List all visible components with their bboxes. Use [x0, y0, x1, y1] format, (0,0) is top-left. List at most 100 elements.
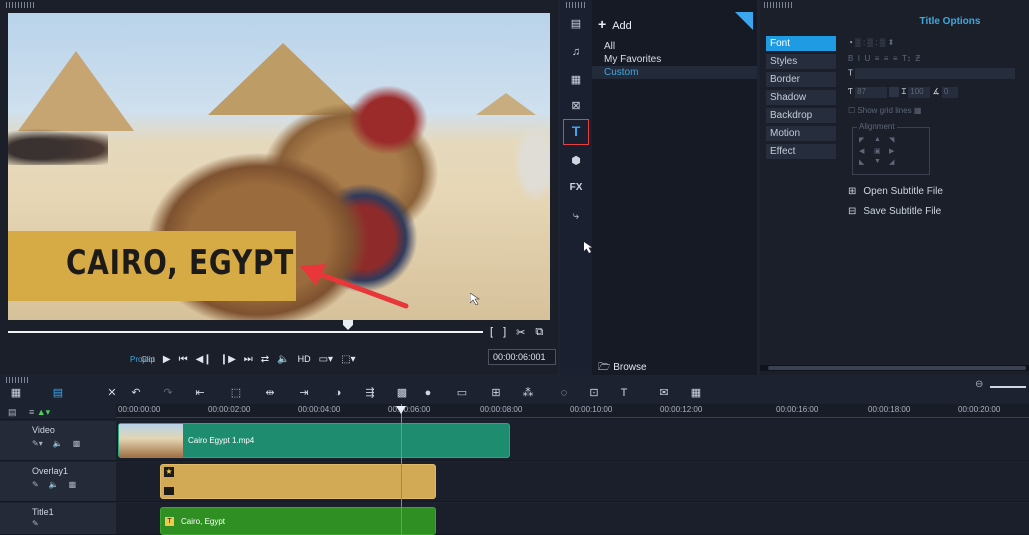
transition-icon[interactable]: ⊠ — [568, 98, 584, 114]
time-ruler[interactable]: 00:00:00:00 00:00:02:00 00:00:04:00 00:0… — [116, 404, 1029, 420]
preview-video-frame[interactable]: CAIRO, EGYPT — [8, 13, 550, 320]
volume-icon[interactable]: 🔈 — [277, 354, 289, 365]
snapshot-icon[interactable]: ⧉ — [535, 326, 543, 339]
alignment-buttons[interactable]: ◤ ▲ ◥ ◀ ▣ ▶ ◣ ▼ ◢ — [859, 136, 901, 166]
time-remap-icon[interactable]: ◌ — [556, 383, 572, 403]
tab-font[interactable]: Font — [766, 36, 836, 51]
auto-music-icon[interactable]: ✉ — [656, 383, 672, 403]
graphics-icon[interactable]: ⬢ — [568, 153, 584, 169]
trim-icon[interactable]: ⇤ — [192, 383, 208, 403]
subtitle-editor-icon[interactable]: ▭ — [454, 383, 470, 403]
mosaic-icon[interactable]: ▦ — [688, 383, 704, 403]
track-header-title1[interactable]: Title1 ✎ — [0, 503, 116, 535]
split-screen-icon[interactable]: ⊞ — [488, 383, 504, 403]
repeat-icon[interactable]: ⇄ — [261, 354, 269, 365]
line-spacing-field[interactable]: 100 — [908, 87, 931, 98]
go-to-end-icon[interactable]: ⏭ — [244, 354, 253, 365]
undo-icon[interactable]: ↶ — [128, 383, 144, 403]
track-title1[interactable]: T Cairo, Egypt — [116, 503, 1029, 535]
path-icon[interactable]: ⤷ — [568, 208, 584, 224]
play-icon[interactable]: ▶ — [163, 354, 171, 365]
tab-backdrop[interactable]: Backdrop — [766, 108, 836, 123]
track-controls[interactable]: ✎ — [32, 519, 39, 528]
tab-border[interactable]: Border — [766, 72, 836, 87]
mask-creator-icon[interactable]: ⁂ — [520, 383, 536, 403]
angle-field[interactable]: 0 — [941, 87, 958, 98]
mark-out-button[interactable]: ] — [503, 326, 506, 339]
options-scroll-thumb[interactable] — [768, 366, 1026, 370]
previous-frame-icon[interactable]: ◀❙ — [196, 354, 212, 365]
zoom-out-icon[interactable]: ⊖ — [975, 379, 983, 390]
zoom-slider[interactable] — [990, 386, 1026, 388]
overlay-clip[interactable]: ★ — [160, 464, 436, 499]
split-icon[interactable]: ⇹ — [262, 383, 278, 403]
playhead-line[interactable] — [401, 404, 402, 535]
split-clip-icon[interactable]: ✂ — [516, 326, 525, 339]
fullscreen-icon[interactable]: ⬚▾ — [341, 354, 355, 365]
extend-icon[interactable]: ⇥ — [296, 383, 312, 403]
pin-corner-icon[interactable] — [735, 12, 753, 30]
options-scrollbar[interactable] — [760, 365, 1029, 371]
add-button[interactable]: + Add — [598, 16, 632, 32]
timecode-field[interactable]: 00:00:06:001 — [488, 349, 556, 365]
storyboard-view-icon[interactable]: ▦ — [8, 383, 24, 403]
clip-mode-label[interactable]: Clip — [141, 355, 155, 364]
next-frame-icon[interactable]: ❙▶ — [220, 354, 236, 365]
panel-grip[interactable] — [566, 2, 586, 8]
project-clip-mode[interactable]: Project Clip — [130, 355, 155, 364]
library-item-my-favorites[interactable]: My Favorites — [592, 53, 757, 66]
track-controls[interactable]: ✎ 🔈 ▩ — [32, 480, 76, 489]
go-to-start-icon[interactable]: ⏮ — [179, 354, 188, 365]
motion-tracking-icon[interactable]: ● — [420, 383, 436, 403]
scrub-handle[interactable] — [343, 320, 353, 330]
color-correction-icon[interactable]: ◑ — [330, 383, 346, 403]
track-overlay1[interactable]: ★ — [116, 462, 1029, 502]
video-clip[interactable]: Cairo Egypt 1.mp4 — [118, 423, 510, 458]
font-family-row[interactable]: T — [848, 68, 1028, 79]
hd-preview-button[interactable]: HD — [298, 354, 311, 364]
track-manager-icon[interactable]: ▤ ≡ ▲▾ — [8, 407, 50, 418]
preview-scrubber[interactable] — [8, 320, 550, 338]
media-icon[interactable]: ▤ — [568, 16, 584, 32]
3d-title-icon[interactable]: T — [616, 383, 632, 403]
tab-effect[interactable]: Effect — [766, 144, 836, 159]
audio-icon[interactable]: ♫ — [568, 44, 584, 60]
customize-toolbar-icon[interactable]: ✕ — [104, 383, 120, 403]
timeline-view-icon[interactable]: ▤ — [50, 383, 66, 403]
instant-project-icon[interactable]: ▦ — [568, 72, 584, 88]
track-header-overlay1[interactable]: Overlay1 ✎ 🔈 ▩ — [0, 462, 116, 502]
tab-styles[interactable]: Styles — [766, 54, 836, 69]
mark-in-button[interactable]: [ — [490, 326, 493, 339]
title-overlay-banner[interactable]: CAIRO, EGYPT — [8, 231, 296, 301]
library-item-all[interactable]: All — [592, 40, 757, 53]
font-size-row[interactable]: Ƭ 87 Ɪ 100 ∡ 0 — [848, 86, 958, 98]
library-item-custom[interactable]: Custom — [592, 66, 757, 79]
font-size-field[interactable]: 87 — [855, 87, 888, 98]
title-icon[interactable]: T — [563, 119, 589, 145]
save-subtitle-button[interactable]: ⊟ Save Subtitle File — [848, 206, 941, 217]
track-header-video[interactable]: Video ✎▾ 🔈 ▩ — [0, 421, 116, 461]
aspect-ratio-icon[interactable]: ▭▾ — [319, 354, 333, 365]
speed-icon[interactable]: ⇶ — [362, 383, 378, 403]
redo-icon[interactable]: ↷ — [160, 383, 176, 403]
duration-row[interactable]: ◔ ▒ : ▒ : ▒ ⬍ — [848, 38, 894, 47]
fx-icon[interactable]: FX — [568, 180, 584, 196]
tab-motion[interactable]: Motion — [766, 126, 836, 141]
title-clip[interactable]: T Cairo, Egypt — [160, 507, 436, 535]
scrub-track[interactable] — [8, 331, 483, 333]
stabilize-icon[interactable]: ⊡ — [586, 383, 602, 403]
track-video[interactable]: Cairo Egypt 1.mp4 — [116, 421, 1029, 461]
multicam-icon[interactable]: ▩ — [394, 383, 410, 403]
panel-grip[interactable] — [764, 2, 792, 8]
open-subtitle-button[interactable]: ⊞ Open Subtitle File — [848, 186, 943, 197]
library-panel: + Add All My Favorites Custom 🗁 Browse — [592, 0, 757, 375]
tab-shadow[interactable]: Shadow — [766, 90, 836, 105]
crop-icon[interactable]: ⬚ — [228, 383, 244, 403]
panel-grip[interactable] — [6, 2, 36, 8]
show-grid-lines-row[interactable]: ☐ Show grid lines ▦ — [848, 106, 921, 115]
options-tabs: Font Styles Border Shadow Backdrop Motio… — [766, 36, 836, 162]
font-style-buttons[interactable]: B I U ≡ ≡ ≡ T↕ Ƶ — [848, 54, 920, 63]
track-controls[interactable]: ✎▾ 🔈 ▩ — [32, 439, 80, 448]
clip-thumbnail — [119, 424, 183, 457]
font-color-swatch[interactable] — [889, 86, 900, 97]
